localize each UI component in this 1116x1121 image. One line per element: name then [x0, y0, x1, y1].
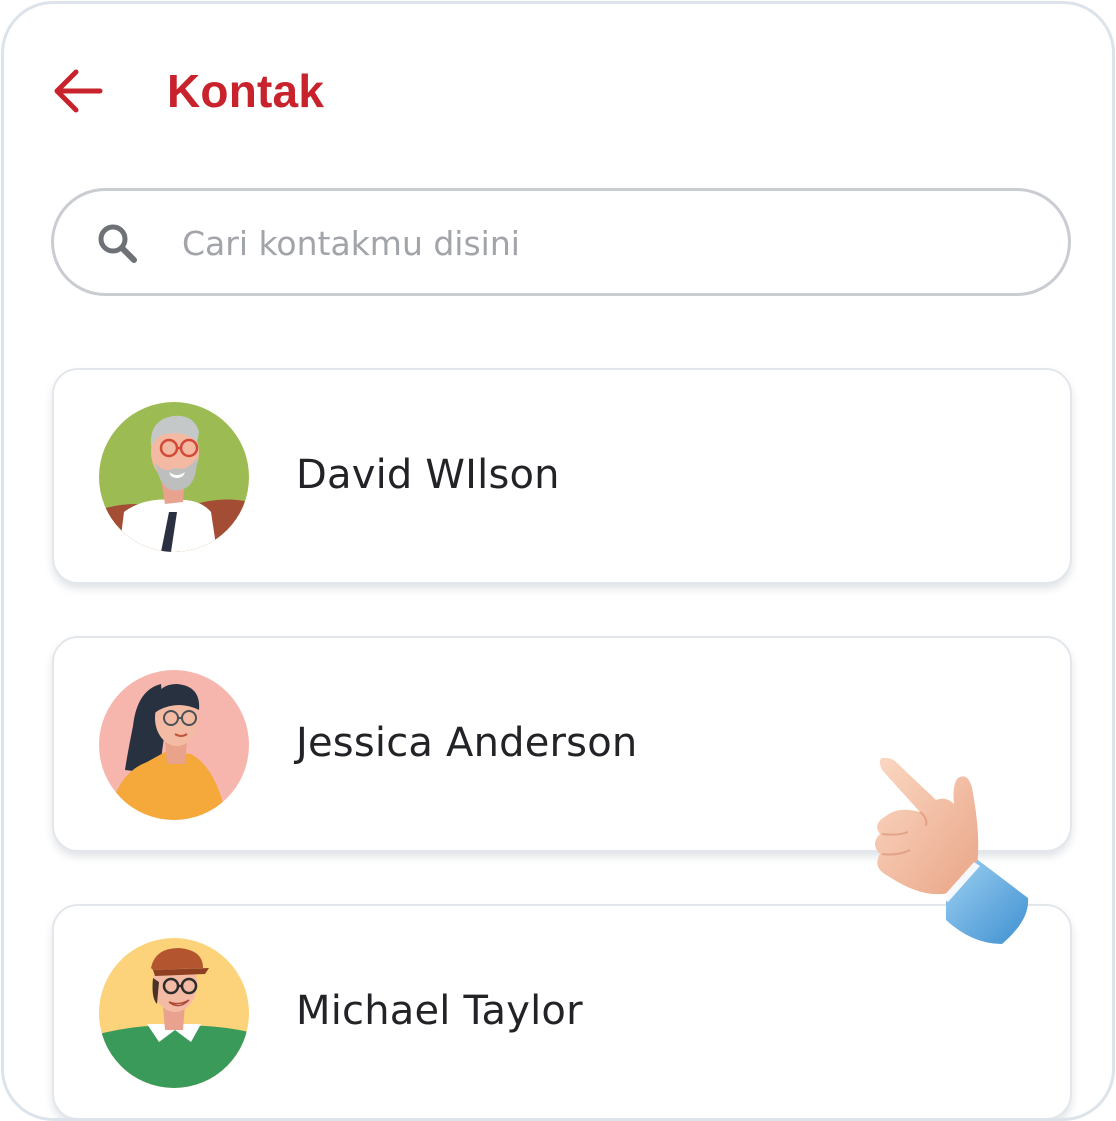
contact-name: Michael Taylor — [296, 988, 583, 1034]
search-bar[interactable] — [51, 188, 1071, 296]
back-button[interactable] — [48, 60, 110, 122]
arrow-left-icon — [54, 69, 103, 113]
contact-card-david-wilson[interactable]: David WIlson — [52, 368, 1072, 584]
phone-screen: Kontak Cari kontakmu disini David WIlson… — [1, 1, 1115, 1121]
avatar — [99, 670, 249, 820]
app-header: Kontak — [4, 4, 1112, 184]
contact-card-michael-taylor[interactable]: Michael Taylor — [52, 904, 1072, 1118]
avatar — [99, 402, 249, 552]
search-input[interactable] — [182, 213, 1042, 273]
contact-name: Jessica Anderson — [296, 720, 638, 766]
contact-card-jessica-anderson[interactable]: Jessica Anderson — [52, 636, 1072, 852]
page-title: Kontak — [167, 65, 325, 117]
contact-name: David WIlson — [296, 452, 560, 498]
avatar — [99, 938, 249, 1088]
search-icon — [98, 224, 137, 263]
